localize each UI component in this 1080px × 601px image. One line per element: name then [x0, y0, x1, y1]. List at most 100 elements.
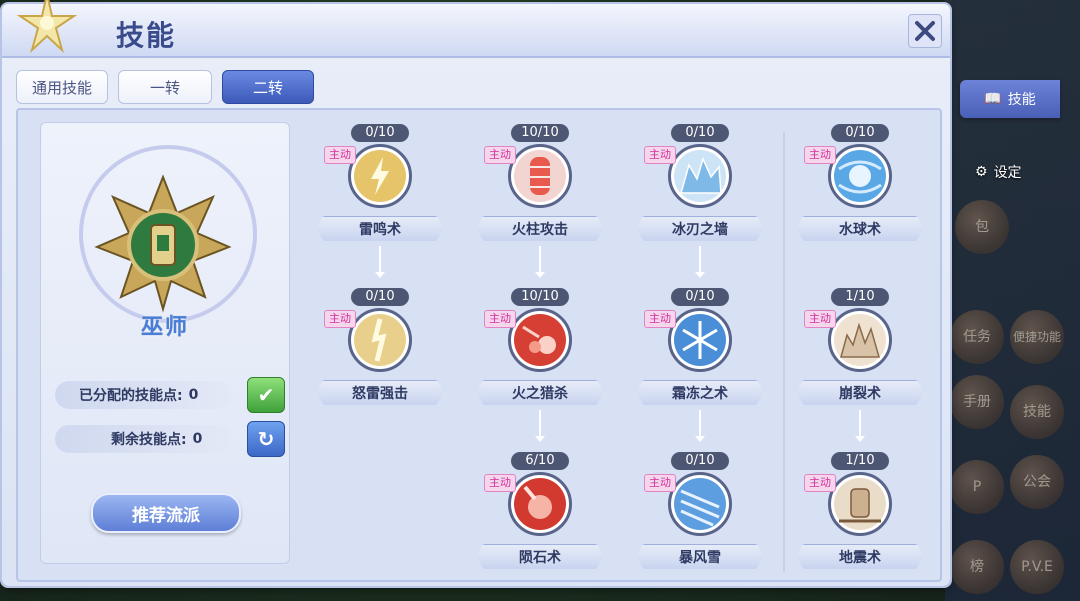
hud-tile-guild[interactable]: 公会: [1010, 455, 1064, 509]
blizzard-icon: [668, 472, 732, 536]
skill-name: 陨石术: [476, 544, 604, 569]
hud-tile-pve[interactable]: P.V.E: [1010, 540, 1064, 594]
skill-card[interactable]: 10/10 主动 火之猎杀: [470, 288, 610, 412]
active-tag: 主动: [484, 310, 516, 328]
skill-card[interactable]: 10/10 主动 火柱攻击: [470, 124, 610, 248]
title-bar: 技能: [2, 0, 950, 58]
class-panel: 巫师 已分配的技能点: 0 ✔ 剩余技能点: 0 ↻ 推荐流派: [40, 122, 290, 564]
skill-level: 0/10: [671, 288, 729, 306]
hud-tile-skill[interactable]: 技能: [1010, 385, 1064, 439]
tab-first-job[interactable]: 一转: [118, 70, 212, 104]
thunder-strike-icon: [348, 308, 412, 372]
allocated-points-row: 已分配的技能点: 0: [55, 381, 233, 409]
side-skill-label: 技能: [1007, 92, 1036, 108]
active-tag: 主动: [804, 474, 836, 492]
skill-level: 0/10: [351, 288, 409, 306]
skill-card[interactable]: 1/10 主动 地震术: [790, 452, 930, 576]
skill-level: 10/10: [511, 124, 569, 142]
hud-tile-rank[interactable]: 榜: [950, 540, 1004, 594]
skill-name: 地震术: [796, 544, 924, 569]
meteor-icon: [508, 472, 572, 536]
skill-level: 10/10: [511, 288, 569, 306]
skill-level: 6/10: [511, 452, 569, 470]
allocated-points-value: 0: [188, 387, 199, 403]
class-name: 巫师: [140, 315, 189, 340]
hud-tile-quest[interactable]: 任务: [950, 310, 1004, 364]
confirm-button[interactable]: ✔: [247, 377, 285, 413]
upgrade-arrow: [855, 410, 865, 442]
skill-level: 0/10: [671, 124, 729, 142]
tab-second-job[interactable]: 二转: [222, 70, 314, 104]
skill-name: 冰刃之墙: [636, 216, 764, 241]
star-emblem-icon: [16, 0, 78, 54]
skill-level: 1/10: [831, 288, 889, 306]
skill-card[interactable]: 0/10 主动 怒雷强击: [310, 288, 450, 412]
wizard-emblem-icon: [94, 174, 232, 313]
side-settings-button[interactable]: ⚙ 设定: [975, 162, 1022, 182]
snowflake-icon: [668, 308, 732, 372]
recommend-build-button[interactable]: 推荐流派: [91, 493, 241, 533]
hud-tile-handbook[interactable]: 手册: [950, 375, 1004, 429]
lightning-icon: [348, 144, 412, 208]
upgrade-arrow: [695, 246, 705, 278]
reset-button[interactable]: ↻: [247, 421, 285, 457]
column-divider: [783, 132, 785, 572]
skill-name: 水球术: [796, 216, 924, 241]
close-button[interactable]: [908, 14, 942, 48]
skill-card[interactable]: 0/10 主动 冰刃之墙: [630, 124, 770, 248]
skill-level: 1/10: [831, 452, 889, 470]
skill-card[interactable]: 0/10 主动 水球术: [790, 124, 930, 248]
active-tag: 主动: [804, 310, 836, 328]
allocated-points-label: 已分配的技能点:: [79, 388, 183, 404]
skill-level: 0/10: [351, 124, 409, 142]
hud-tile-shortcut[interactable]: 便捷功能: [1010, 310, 1064, 364]
tab-bar: 通用技能 一转 二转: [16, 70, 314, 104]
skill-window: 技能 通用技能 一转 二转 巫师 已分配的技能点: 0 ✔ 剩余技能点: 0 ↻…: [2, 0, 950, 586]
window-title: 技能: [116, 19, 177, 52]
upgrade-arrow: [375, 246, 385, 278]
remaining-points-row: 剩余技能点: 0: [55, 425, 233, 453]
tab-general[interactable]: 通用技能: [16, 70, 108, 104]
active-tag: 主动: [804, 146, 836, 164]
skill-card[interactable]: 6/10 主动 陨石术: [470, 452, 610, 576]
skill-name: 火之猎杀: [476, 380, 604, 405]
remaining-points-label: 剩余技能点:: [111, 432, 187, 448]
active-tag: 主动: [644, 310, 676, 328]
hud-tile-bag[interactable]: 包: [955, 200, 1009, 254]
skill-card[interactable]: 0/10 主动 暴风雪: [630, 452, 770, 576]
skill-name: 火柱攻击: [476, 216, 604, 241]
skill-name: 霜冻之术: [636, 380, 764, 405]
ice-wall-icon: [668, 144, 732, 208]
active-tag: 主动: [324, 146, 356, 164]
fire-pillar-icon: [508, 144, 572, 208]
checkmark-icon: ✔: [257, 383, 275, 407]
hud-tile-p[interactable]: P: [950, 460, 1004, 514]
water-ball-icon: [828, 144, 892, 208]
skill-card[interactable]: 0/10 主动 雷鸣术: [310, 124, 450, 248]
active-tag: 主动: [644, 474, 676, 492]
skill-name: 怒雷强击: [316, 380, 444, 405]
gear-icon: ⚙: [975, 164, 988, 180]
close-icon: [915, 21, 935, 41]
crack-icon: [828, 308, 892, 372]
upgrade-arrow: [535, 246, 545, 278]
side-skill-tab[interactable]: 📖 技能: [960, 80, 1060, 118]
skill-name: 暴风雪: [636, 544, 764, 569]
book-icon: 📖: [984, 91, 1002, 107]
fire-hunt-icon: [508, 308, 572, 372]
skill-content: 巫师 已分配的技能点: 0 ✔ 剩余技能点: 0 ↻ 推荐流派 0/10 主动: [16, 108, 942, 582]
active-tag: 主动: [644, 146, 676, 164]
skill-level: 0/10: [671, 452, 729, 470]
skill-name: 崩裂术: [796, 380, 924, 405]
active-tag: 主动: [484, 146, 516, 164]
skill-level: 0/10: [831, 124, 889, 142]
skill-card[interactable]: 0/10 主动 霜冻之术: [630, 288, 770, 412]
refresh-icon: ↻: [257, 427, 275, 451]
upgrade-arrow: [695, 410, 705, 442]
remaining-points-value: 0: [192, 431, 203, 447]
side-settings-label: 设定: [993, 165, 1022, 181]
skill-card[interactable]: 1/10 主动 崩裂术: [790, 288, 930, 412]
active-tag: 主动: [324, 310, 356, 328]
skill-name: 雷鸣术: [316, 216, 444, 241]
active-tag: 主动: [484, 474, 516, 492]
